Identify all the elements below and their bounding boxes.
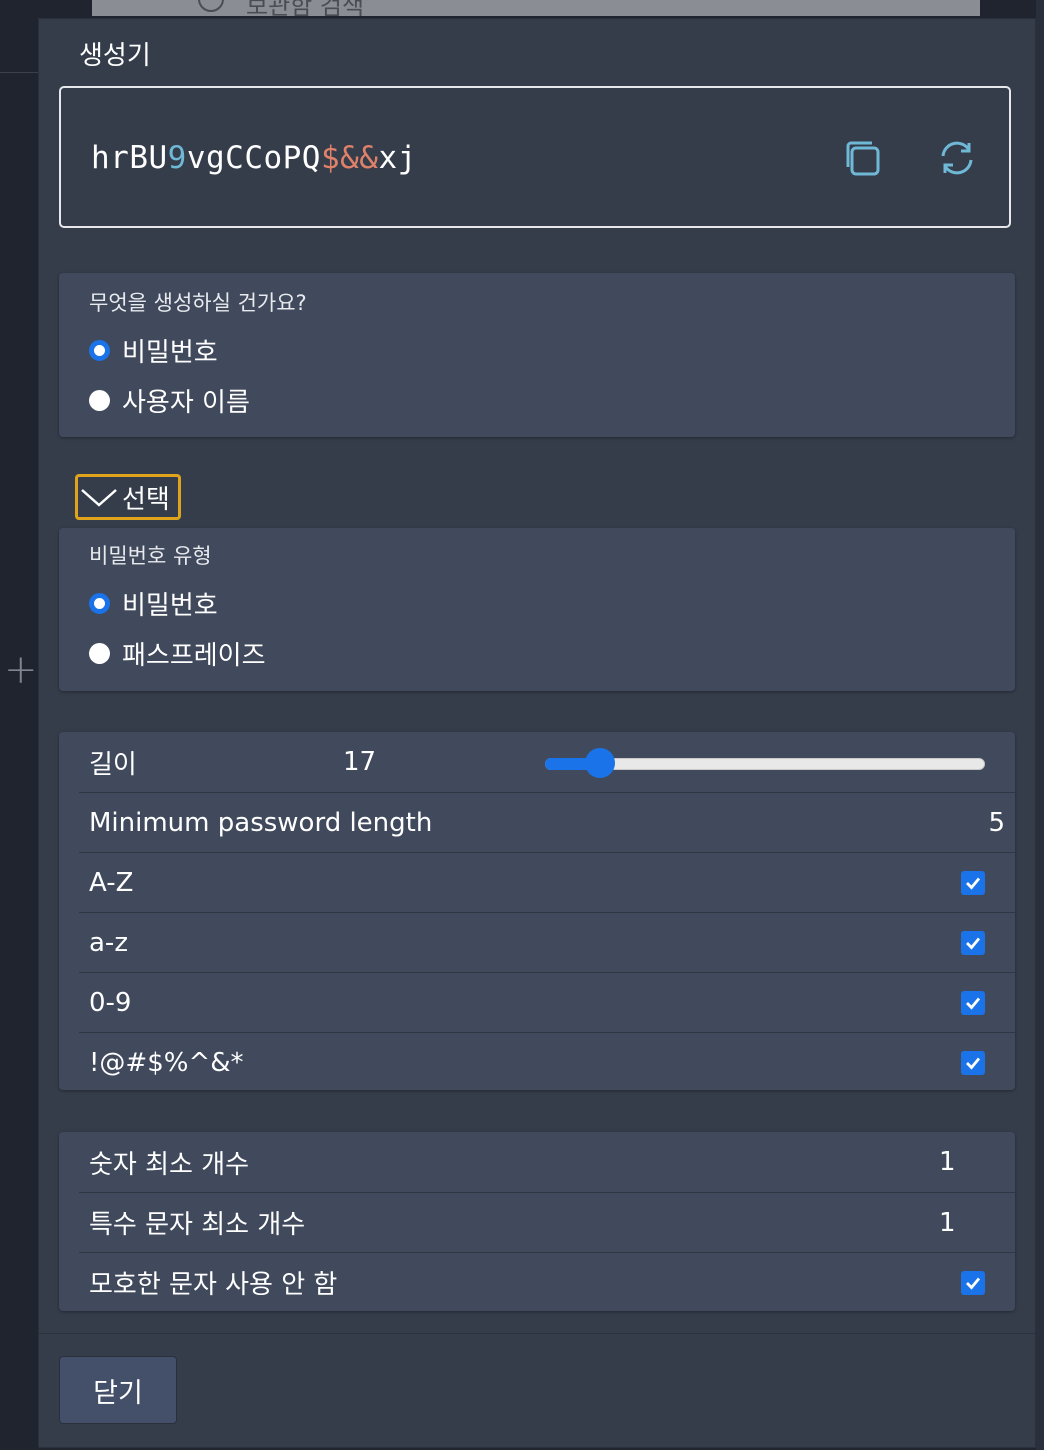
copy-password-button[interactable]: [839, 134, 887, 182]
regenerate-password-button[interactable]: [933, 134, 981, 182]
checkmark-icon: [966, 997, 981, 1010]
length-row: 길이 17: [79, 732, 1015, 792]
checkmark-icon: [966, 1057, 981, 1070]
password-type-panel: 비밀번호 유형 비밀번호 패스프레이즈: [59, 528, 1015, 691]
min-numbers-value[interactable]: 1: [939, 1147, 956, 1177]
password-segment: xj: [378, 140, 417, 176]
options-toggle-label: 선택: [122, 484, 170, 515]
radio-label: 비밀번호: [122, 591, 218, 621]
radio-button-selected[interactable]: [89, 593, 110, 614]
slider-thumb[interactable]: [585, 748, 615, 778]
lowercase-label: a-z: [89, 927, 128, 958]
refresh-icon: [941, 141, 973, 175]
radio-passphrase[interactable]: 패스프레이즈: [89, 635, 266, 672]
avoid-ambiguous-checkbox[interactable]: [961, 1270, 985, 1295]
generate-type-panel: 무엇을 생성하실 건가요? 비밀번호 사용자 이름: [59, 273, 1015, 437]
radio-button[interactable]: [89, 643, 110, 664]
background-search-field: 보관함 검색: [92, 0, 980, 16]
search-icon: [198, 0, 224, 12]
special-checkbox[interactable]: [961, 1050, 985, 1075]
minimums-panel: 숫자 최소 개수 1 특수 문자 최소 개수 1 모호한 문자 사용 안 함: [59, 1132, 1015, 1311]
radio-label: 사용자 이름: [122, 388, 250, 418]
uppercase-label: A-Z: [89, 867, 134, 898]
radio-username[interactable]: 사용자 이름: [89, 382, 250, 419]
min-length-label: Minimum password length: [89, 807, 433, 838]
avoid-ambiguous-label: 모호한 문자 사용 안 함: [89, 1270, 338, 1300]
min-special-row: 특수 문자 최소 개수 1: [79, 1192, 1015, 1252]
password-type-legend: 비밀번호 유형: [89, 544, 212, 568]
background-edge: [1036, 0, 1044, 1450]
radio-password-type[interactable]: 비밀번호: [89, 585, 218, 622]
length-slider[interactable]: [545, 748, 985, 778]
password-settings-panel: 길이 17 Minimum password length 5 A-Z a-z …: [59, 732, 1015, 1090]
generate-type-legend: 무엇을 생성하실 건가요?: [89, 291, 307, 315]
numbers-label: 0-9: [89, 987, 132, 1018]
options-toggle-button[interactable]: 선택: [75, 474, 181, 520]
numbers-checkbox[interactable]: [961, 990, 985, 1015]
copy-icon: [846, 141, 880, 176]
generator-dialog: 생성기 hrBU9vgCCoPQ$&&xj 무엇을 생성하실 건가요? 비밀번호: [38, 18, 1036, 1448]
length-value[interactable]: 17: [343, 747, 376, 777]
min-numbers-row: 숫자 최소 개수 1: [79, 1132, 1015, 1192]
radio-password[interactable]: 비밀번호: [89, 332, 218, 369]
avoid-ambiguous-row: 모호한 문자 사용 안 함: [79, 1252, 1015, 1312]
min-length-value: 5: [988, 807, 1005, 838]
background-search-placeholder: 보관함 검색: [246, 0, 365, 16]
lowercase-checkbox[interactable]: [961, 930, 985, 955]
min-numbers-label: 숫자 최소 개수: [89, 1149, 250, 1180]
close-button[interactable]: 닫기: [59, 1356, 177, 1424]
background-add-icon: +: [4, 647, 38, 693]
dialog-title: 생성기: [79, 41, 151, 71]
lowercase-row: a-z: [79, 912, 1015, 972]
min-special-value[interactable]: 1: [939, 1208, 956, 1238]
password-segment-special: $&&: [320, 140, 379, 176]
length-label: 길이: [89, 749, 137, 780]
generated-password-box: hrBU9vgCCoPQ$&&xj: [59, 86, 1011, 228]
password-segment: vgCCoPQ: [186, 140, 321, 176]
uppercase-row: A-Z: [79, 852, 1015, 912]
chevron-down-icon: [81, 489, 117, 507]
radio-label: 패스프레이즈: [122, 641, 266, 671]
radio-button-selected[interactable]: [89, 340, 110, 361]
checkmark-icon: [966, 1277, 981, 1290]
uppercase-checkbox[interactable]: [961, 870, 985, 895]
dialog-footer: 닫기: [39, 1333, 1035, 1448]
password-segment-number: 9: [167, 140, 187, 176]
password-segment: hrBU: [91, 140, 168, 176]
generated-password[interactable]: hrBU9vgCCoPQ$&&xj: [91, 140, 417, 176]
special-row: !@#$%^&*: [79, 1032, 1015, 1092]
numbers-row: 0-9: [79, 972, 1015, 1032]
background-divider: [0, 72, 38, 73]
radio-button[interactable]: [89, 390, 110, 411]
radio-label: 비밀번호: [122, 338, 218, 368]
checkmark-icon: [966, 937, 981, 950]
min-length-row: Minimum password length 5: [79, 792, 1015, 852]
min-special-label: 특수 문자 최소 개수: [89, 1210, 306, 1240]
checkmark-icon: [966, 877, 981, 890]
special-label: !@#$%^&*: [89, 1047, 244, 1078]
